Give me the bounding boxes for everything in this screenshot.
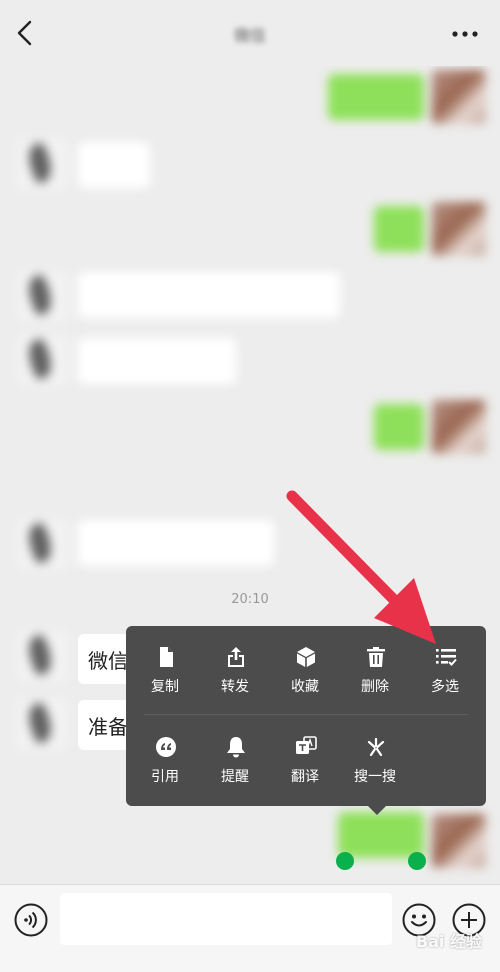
watermark: Bai 经验 <box>415 932 482 951</box>
message-text: 准备 <box>88 714 126 739</box>
received-message-partial[interactable]: 微信 <box>78 634 126 684</box>
menu-item-search-one-search[interactable]: 搜一搜 <box>340 732 410 802</box>
translate-icon <box>295 736 317 758</box>
quote-icon <box>155 736 177 758</box>
received-message[interactable] <box>78 272 340 318</box>
contact-avatar[interactable] <box>16 630 68 682</box>
more-button[interactable] <box>450 22 480 46</box>
own-avatar[interactable] <box>432 202 486 256</box>
selection-handle-left[interactable] <box>336 852 354 870</box>
menu-item-translate[interactable]: 翻译 <box>270 732 340 802</box>
selection-handle-right[interactable] <box>408 852 426 870</box>
contact-avatar[interactable] <box>16 270 68 322</box>
voice-button[interactable] <box>14 903 48 937</box>
menu-item-label: 引用 <box>151 769 179 785</box>
menu-item-label: 翻译 <box>291 769 319 785</box>
sent-message[interactable] <box>374 404 424 450</box>
received-message[interactable] <box>78 338 236 384</box>
sent-message[interactable] <box>328 74 424 120</box>
menu-item-label: 删除 <box>361 679 389 695</box>
contact-avatar[interactable] <box>16 698 68 750</box>
menu-item-multi-select[interactable]: 多选 <box>410 642 480 712</box>
menu-item-forward[interactable]: 转发 <box>200 642 270 712</box>
own-avatar[interactable] <box>432 814 486 868</box>
received-message[interactable] <box>78 520 274 566</box>
menu-item-delete[interactable]: 删除 <box>340 642 410 712</box>
menu-divider <box>144 714 468 715</box>
menu-caret <box>368 806 386 815</box>
remind-icon <box>225 736 247 758</box>
chat-header: 微信 <box>0 0 500 66</box>
menu-item-label: 转发 <box>221 679 249 695</box>
timestamp: 20:10 <box>231 592 269 607</box>
received-message-partial[interactable]: 准备 <box>78 700 126 750</box>
own-avatar[interactable] <box>432 70 486 124</box>
menu-item-label: 多选 <box>431 679 459 695</box>
received-message[interactable] <box>78 142 150 188</box>
menu-item-label: 收藏 <box>291 679 319 695</box>
search-one-search-icon <box>365 736 387 758</box>
menu-item-label: 搜一搜 <box>354 769 396 785</box>
own-avatar[interactable] <box>432 400 486 454</box>
multi-select-icon <box>435 646 457 668</box>
menu-item-quote[interactable]: 引用 <box>130 732 200 802</box>
message-text: 微信 <box>88 648 126 673</box>
copy-icon <box>155 646 177 668</box>
chat-title: 微信 <box>233 26 266 45</box>
message-input[interactable] <box>60 893 392 945</box>
menu-row-1: 复制 转发 收藏 删除 多选 <box>126 642 486 712</box>
contact-avatar[interactable] <box>16 334 68 386</box>
menu-item-copy[interactable]: 复制 <box>130 642 200 712</box>
voice-icon <box>14 903 48 937</box>
contact-avatar[interactable] <box>16 138 68 190</box>
menu-item-label: 复制 <box>151 679 179 695</box>
delete-icon <box>365 646 387 668</box>
favorite-icon <box>295 646 317 668</box>
more-dots-icon <box>452 31 478 37</box>
input-bar: Bai 经验 <box>0 884 500 972</box>
sent-message[interactable] <box>374 206 424 252</box>
forward-icon <box>225 646 247 668</box>
menu-item-favorite[interactable]: 收藏 <box>270 642 340 712</box>
menu-row-2: 引用 提醒 翻译 搜一搜 <box>126 732 486 802</box>
menu-item-remind[interactable]: 提醒 <box>200 732 270 802</box>
sent-message[interactable] <box>338 812 424 858</box>
contact-avatar[interactable] <box>16 518 68 570</box>
menu-item-label: 提醒 <box>221 769 249 785</box>
message-context-menu: 复制 转发 收藏 删除 多选 引用 提醒 翻译 搜一搜 <box>126 626 486 815</box>
